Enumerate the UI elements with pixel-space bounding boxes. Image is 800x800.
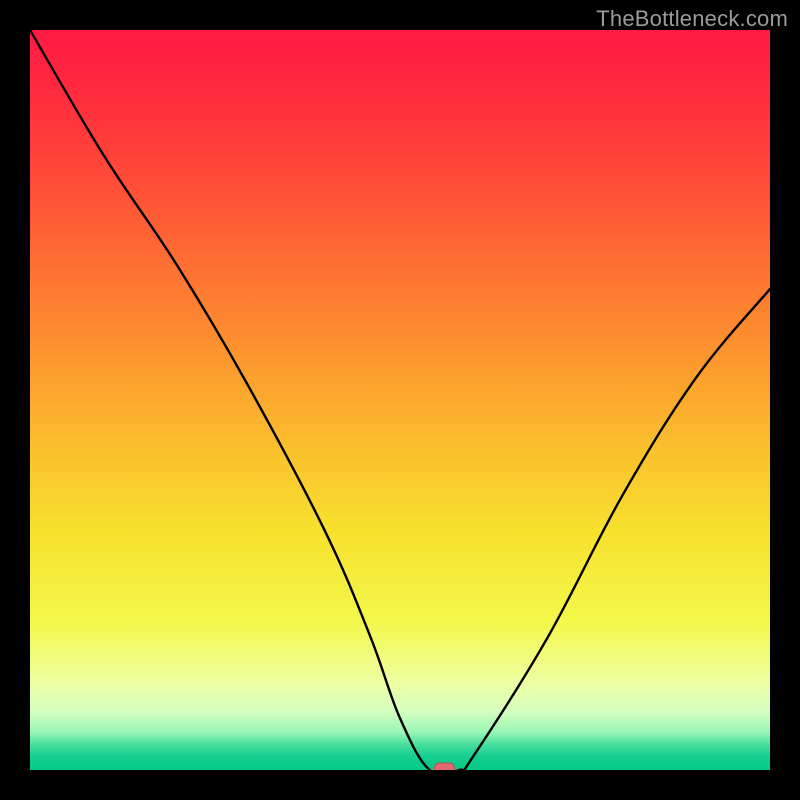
chart-frame: TheBottleneck.com: [0, 0, 800, 800]
watermark-text: TheBottleneck.com: [596, 6, 788, 32]
plot-area: [30, 30, 770, 770]
minimum-marker: [434, 763, 454, 770]
chart-svg: [30, 30, 770, 770]
gradient-background: [30, 30, 770, 770]
